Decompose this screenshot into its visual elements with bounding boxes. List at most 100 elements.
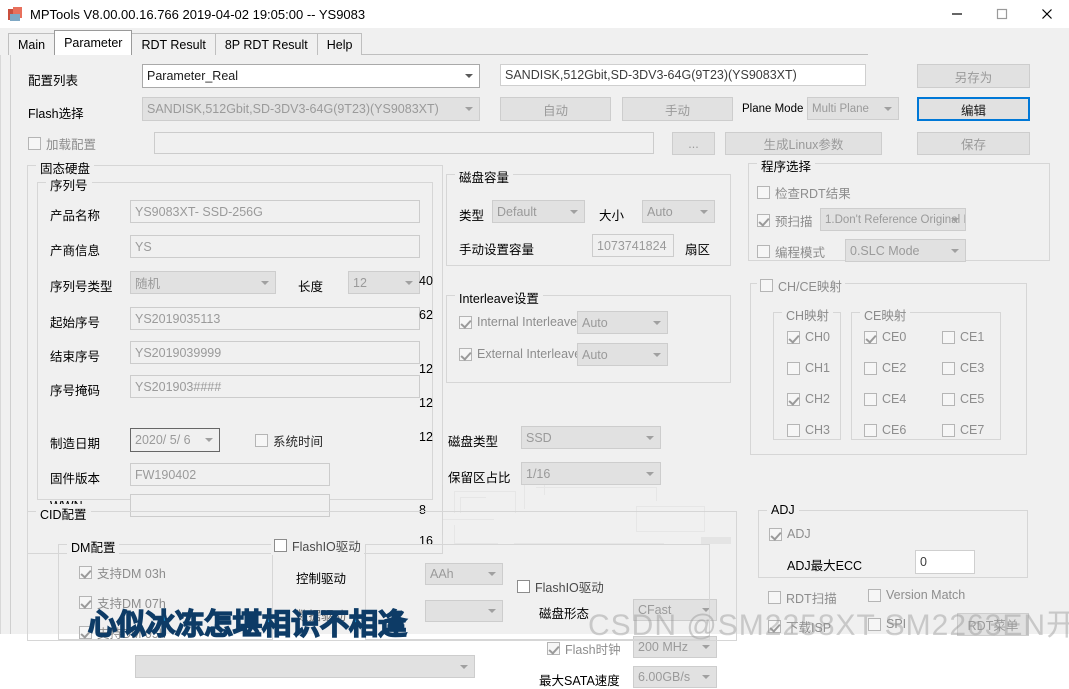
chce-group-checkbox[interactable]: CH/CE映射 [757,276,845,295]
tab-parameter[interactable]: Parameter [54,30,133,55]
flashio-group-label: FlashIO驱动 [292,540,361,554]
dm-third-checkbox[interactable]: 支持DM 05h [79,623,166,642]
prog-mode-checkbox[interactable]: 编程模式 [757,242,825,261]
ce1-label: CE1 [960,330,985,344]
config-list-value: Parameter_Real [147,69,239,83]
ce0-checkbox[interactable]: CE0 [864,330,906,344]
internal-interleave-combo[interactable]: Auto [577,311,668,334]
manual-button[interactable]: 手动 [622,97,733,121]
adj-max-ecc-field[interactable]: 0 [915,550,975,574]
ch2-checkbox[interactable]: CH2 [787,392,830,406]
dm03-checkbox[interactable]: 支持DM 03h [79,563,166,582]
ce3-checkbox[interactable]: CE3 [942,361,984,375]
start-sn-label: 起始序号 [50,316,101,330]
prog-mode-combo[interactable]: 0.SLC Mode [845,239,966,262]
fw-version-field[interactable]: FW190402 [130,463,330,486]
tab-rdt-result[interactable]: RDT Result [131,33,216,55]
ce2-checkbox[interactable]: CE2 [864,361,906,375]
spi-checkbox[interactable]: SPI [868,617,906,631]
end-sn-length: 12 [419,396,433,410]
sn-mask-field[interactable]: YS201903#### [130,375,420,398]
ce6-checkbox[interactable]: CE6 [864,423,906,437]
generate-linux-params-button[interactable]: 生成Linux参数 [725,132,882,155]
ce5-checkbox[interactable]: CE5 [942,392,984,406]
product-name-field[interactable]: YS9083XT- SSD-256G [130,200,420,223]
maximize-button[interactable] [979,0,1024,28]
dm-group: DM配置 支持DM 03h 支持DM 07h 支持DM 05h [58,537,273,642]
adj-label: ADJ [787,527,811,541]
ch1-checkbox[interactable]: CH1 [787,361,830,375]
adj-group-title: ADJ [767,503,799,517]
tab-main[interactable]: Main [8,33,56,55]
start-sn-field[interactable]: YS2019035113 [130,307,420,330]
length-value: 12 [353,275,367,290]
checkbox-box [769,527,782,541]
ch0-checkbox[interactable]: CH0 [787,330,830,344]
capacity-type-combo[interactable]: Default [492,200,585,223]
ce1-checkbox[interactable]: CE1 [942,330,984,344]
close-button[interactable] [1024,0,1069,28]
checkbox-box [28,137,41,150]
adj-checkbox[interactable]: ADJ [769,527,811,541]
plane-mode-combo[interactable]: Multi Plane [807,97,899,120]
load-config-checkbox[interactable]: 加载配置 [28,134,96,153]
parameter-panel-inner: 配置列表 Parameter_Real SANDISK,512Gbit,SD-3… [10,55,1061,688]
prescan-checkbox[interactable]: 预扫描 [757,211,813,230]
checkbox-box [864,392,877,406]
download-isp-checkbox[interactable]: 下载ISP [768,617,831,636]
config-list-combo[interactable]: Parameter_Real [142,64,480,88]
serial-group-title: 序列号 [46,175,92,194]
end-sn-field[interactable]: YS2019039999 [130,341,420,364]
chce-group-label: CH/CE映射 [778,280,842,294]
data-drive-combo[interactable] [425,600,503,622]
cid-group-title: CID配置 [36,504,91,523]
ch3-checkbox[interactable]: CH3 [787,423,830,437]
auto-label: 自动 [542,103,568,118]
system-time-checkbox[interactable]: 系统时间 [255,431,323,450]
external-interleave-combo[interactable]: Auto [577,343,668,366]
window-controls [934,0,1069,28]
flash-select-combo[interactable]: SANDISK,512Gbit,SD-3DV3-64G(9T23)(YS9083… [142,97,480,121]
serial-group: 序列号 产品名称 YS9083XT- SSD-256G 产商信息 YS 序列号类… [37,175,433,517]
ctrl-drive-combo[interactable]: AAh [425,563,503,585]
auto-button[interactable]: 自动 [500,97,611,121]
flash-info-field[interactable]: SANDISK,512Gbit,SD-3DV3-64G(9T23)(YS9083… [500,64,866,86]
minimize-button[interactable] [934,0,979,28]
ch0-label: CH0 [805,330,831,344]
flash-clock-label: Flash时钟 [565,643,621,657]
vendor-length: 62 [419,308,433,322]
browse-button[interactable]: ... [672,132,715,155]
internal-interleave-checkbox[interactable]: Internal Interleave [459,315,577,329]
vendor-field[interactable]: YS [130,235,420,258]
ce7-checkbox[interactable]: CE7 [942,423,984,437]
sn-type-combo[interactable]: 随机 [130,271,276,294]
reserve-ratio-value: 1/16 [526,466,551,481]
cid-bottom-combo[interactable] [135,655,475,678]
prescan-combo[interactable]: 1.Don't Reference Original I [820,208,966,231]
checkbox-box [942,361,955,375]
dm07-checkbox[interactable]: 支持DM 07h [79,593,166,612]
fw-version-value: FW190402 [135,467,197,482]
max-sata-combo[interactable]: 6.00GB/s [633,666,717,688]
edit-button[interactable]: 编辑 [917,97,1030,121]
reserve-ratio-combo[interactable]: 1/16 [521,462,661,485]
save-button[interactable]: 保存 [917,132,1030,155]
flashio-group-checkbox[interactable]: FlashIO驱动 [271,536,364,555]
flash-clock-checkbox[interactable]: Flash时钟 [547,639,621,658]
rdt-scan-checkbox[interactable]: RDT扫描 [768,588,837,607]
mfg-date-picker[interactable]: 2020/ 5/ 6 [130,428,220,452]
tab-8p-rdt-result[interactable]: 8P RDT Result [214,33,318,55]
ce4-checkbox[interactable]: CE4 [864,392,906,406]
rdt-setting-button[interactable]: RDT菜单 [957,613,1029,636]
manual-capacity-field[interactable]: 1073741824 [592,234,674,257]
version-match-checkbox[interactable]: Version Match [868,588,965,602]
tab-help[interactable]: Help [316,33,363,55]
disk-type-combo[interactable]: SSD [521,426,661,449]
save-as-button[interactable]: 另存为 [917,64,1030,88]
length-combo[interactable]: 12 [348,271,420,294]
external-interleave-checkbox[interactable]: External Interleave [459,347,581,361]
load-config-path-field[interactable] [154,132,654,154]
check-rdt-checkbox[interactable]: 检查RDT结果 [757,183,851,202]
capacity-size-combo[interactable]: Auto [642,200,715,223]
vendor-value: YS [135,239,152,254]
